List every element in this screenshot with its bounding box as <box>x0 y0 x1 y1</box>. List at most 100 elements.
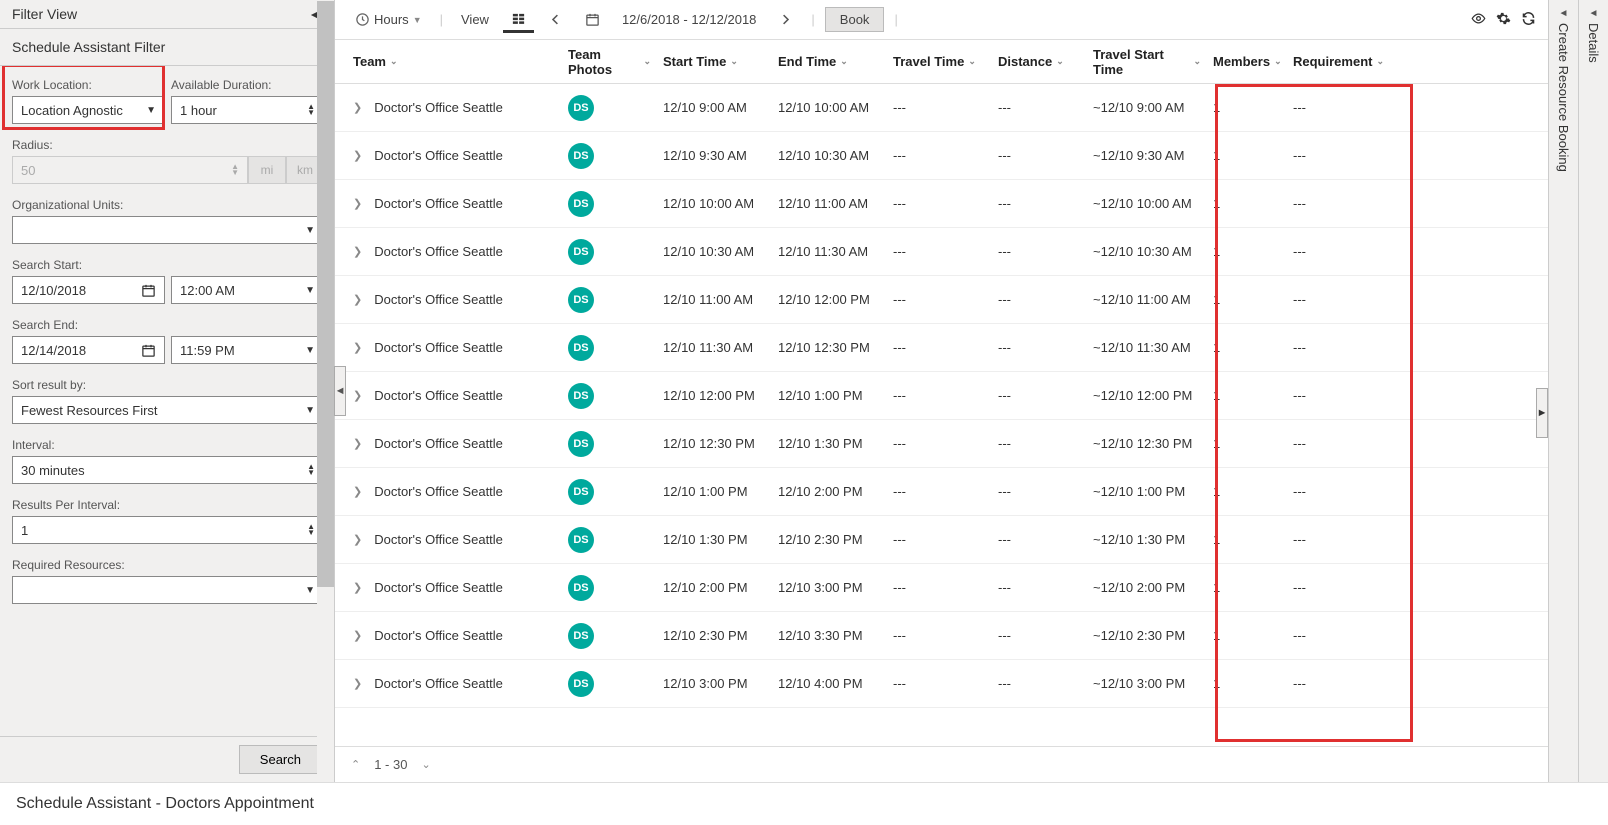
page-up-button[interactable]: ⌃ <box>351 758 360 771</box>
table-row[interactable]: ❯Doctor's Office Seattle DS 12/10 11:30 … <box>335 324 1548 372</box>
expand-row-icon[interactable]: ❯ <box>353 389 362 402</box>
org-units-select[interactable]: ▼ <box>12 216 324 244</box>
expand-row-icon[interactable]: ❯ <box>353 581 362 594</box>
search-start-date[interactable]: 12/10/2018 <box>12 276 165 304</box>
table-row[interactable]: ❯Doctor's Office Seattle DS 12/10 10:00 … <box>335 180 1548 228</box>
col-team-photos[interactable]: Team Photos⌄ <box>562 47 657 77</box>
table-row[interactable]: ❯Doctor's Office Seattle DS 12/10 3:00 P… <box>335 660 1548 708</box>
table-row[interactable]: ❯Doctor's Office Seattle DS 12/10 9:00 A… <box>335 84 1548 132</box>
cell-team: Doctor's Office Seattle <box>374 148 503 163</box>
available-duration-input[interactable]: 1 hour ▲▼ <box>171 96 324 124</box>
col-distance[interactable]: Distance⌄ <box>992 54 1087 69</box>
radius-label: Radius: <box>12 138 324 152</box>
expand-row-icon[interactable]: ❯ <box>353 293 362 306</box>
cell-members: 1 <box>1207 436 1287 451</box>
col-travel-start-time[interactable]: Travel Start Time⌄ <box>1087 47 1207 77</box>
create-booking-panel[interactable]: ◄ Create Resource Booking <box>1548 0 1578 782</box>
chevron-down-icon: ▼ <box>146 105 156 116</box>
spinner-icon[interactable]: ▲▼ <box>307 524 315 536</box>
expand-row-icon[interactable]: ❯ <box>353 437 362 450</box>
date-range[interactable]: 12/6/2018 - 12/12/2018 <box>614 6 764 33</box>
col-members[interactable]: Members⌄ <box>1207 54 1287 69</box>
collapse-right-handle[interactable]: ► <box>1536 388 1548 438</box>
table-row[interactable]: ❯Doctor's Office Seattle DS 12/10 1:30 P… <box>335 516 1548 564</box>
sort-select[interactable]: Fewest Resources First ▼ <box>12 396 324 424</box>
expand-row-icon[interactable]: ❯ <box>353 629 362 642</box>
eye-icon[interactable] <box>1471 11 1486 29</box>
expand-row-icon[interactable]: ❯ <box>353 533 362 546</box>
book-button[interactable]: Book <box>825 7 885 32</box>
sort-value: Fewest Resources First <box>21 403 158 418</box>
chevron-down-icon: ⌄ <box>730 56 738 67</box>
search-start-time[interactable]: 12:00 AM ▼ <box>171 276 324 304</box>
table-row[interactable]: ❯Doctor's Office Seattle DS 12/10 1:00 P… <box>335 468 1548 516</box>
details-panel[interactable]: ◄ Details <box>1578 0 1608 782</box>
cell-team: Doctor's Office Seattle <box>374 340 503 355</box>
cell-travel: --- <box>887 484 992 499</box>
chevron-down-icon: ⌄ <box>1376 56 1384 67</box>
col-requirement[interactable]: Requirement⌄ <box>1287 54 1382 69</box>
interval-label: Interval: <box>12 438 324 452</box>
search-end-date[interactable]: 12/14/2018 <box>12 336 165 364</box>
grid-header: Team⌄ Team Photos⌄ Start Time⌄ End Time⌄… <box>335 40 1548 84</box>
col-team[interactable]: Team⌄ <box>347 54 562 69</box>
search-button[interactable]: Search <box>239 745 322 774</box>
avatar: DS <box>568 191 594 217</box>
filter-scrollbar[interactable] <box>317 0 334 782</box>
expand-row-icon[interactable]: ❯ <box>353 245 362 258</box>
cell-team: Doctor's Office Seattle <box>374 196 503 211</box>
date-picker-button[interactable] <box>577 6 608 33</box>
required-resources-label: Required Resources: <box>12 558 324 572</box>
cell-start: 12/10 11:00 AM <box>657 292 772 307</box>
table-row[interactable]: ❯Doctor's Office Seattle DS 12/10 2:30 P… <box>335 612 1548 660</box>
table-row[interactable]: ❯Doctor's Office Seattle DS 12/10 9:30 A… <box>335 132 1548 180</box>
hours-dropdown[interactable]: Hours ▼ <box>347 6 430 33</box>
work-location-value: Location Agnostic <box>21 103 123 118</box>
spinner-icon[interactable]: ▲▼ <box>307 464 315 476</box>
expand-row-icon[interactable]: ❯ <box>353 101 362 114</box>
calendar-icon <box>141 283 156 298</box>
cell-members: 1 <box>1207 676 1287 691</box>
prev-button[interactable] <box>540 6 571 33</box>
table-row[interactable]: ❯Doctor's Office Seattle DS 12/10 12:30 … <box>335 420 1548 468</box>
expand-row-icon[interactable]: ❯ <box>353 149 362 162</box>
required-resources-select[interactable]: ▼ <box>12 576 324 604</box>
chevron-down-icon: ⌄ <box>643 56 651 67</box>
col-start-time[interactable]: Start Time⌄ <box>657 54 772 69</box>
chevron-down-icon: ▼ <box>305 225 315 236</box>
search-end-label: Search End: <box>12 318 324 332</box>
pager: ⌃ 1 - 30 ⌄ <box>335 746 1548 782</box>
refresh-icon[interactable] <box>1521 11 1536 29</box>
spinner-icon[interactable]: ▲▼ <box>307 104 315 116</box>
col-end-time[interactable]: End Time⌄ <box>772 54 887 69</box>
cell-team: Doctor's Office Seattle <box>374 484 503 499</box>
work-location-select[interactable]: Location Agnostic ▼ <box>12 96 165 124</box>
search-end-time[interactable]: 11:59 PM ▼ <box>171 336 324 364</box>
expand-row-icon[interactable]: ❯ <box>353 197 362 210</box>
expand-row-icon[interactable]: ❯ <box>353 677 362 690</box>
cell-end: 12/10 12:00 PM <box>772 292 887 307</box>
gear-icon[interactable] <box>1496 11 1511 29</box>
col-travel-time[interactable]: Travel Time⌄ <box>887 54 992 69</box>
grid-body[interactable]: ❯Doctor's Office Seattle DS 12/10 9:00 A… <box>335 84 1548 746</box>
cell-team: Doctor's Office Seattle <box>374 292 503 307</box>
table-row[interactable]: ❯Doctor's Office Seattle DS 12/10 12:00 … <box>335 372 1548 420</box>
collapse-filter-handle[interactable]: ◄ <box>334 366 346 416</box>
interval-input[interactable]: 30 minutes ▲▼ <box>12 456 324 484</box>
grid-view-button[interactable] <box>503 6 534 33</box>
page-down-button[interactable]: ⌄ <box>421 758 430 771</box>
cell-start: 12/10 12:30 PM <box>657 436 772 451</box>
cell-team: Doctor's Office Seattle <box>374 100 503 115</box>
cell-members: 1 <box>1207 340 1287 355</box>
results-per-input[interactable]: 1 ▲▼ <box>12 516 324 544</box>
avatar: DS <box>568 383 594 409</box>
table-row[interactable]: ❯Doctor's Office Seattle DS 12/10 2:00 P… <box>335 564 1548 612</box>
avatar: DS <box>568 527 594 553</box>
next-button[interactable] <box>770 6 801 33</box>
table-row[interactable]: ❯Doctor's Office Seattle DS 12/10 10:30 … <box>335 228 1548 276</box>
table-row[interactable]: ❯Doctor's Office Seattle DS 12/10 11:00 … <box>335 276 1548 324</box>
expand-row-icon[interactable]: ❯ <box>353 341 362 354</box>
cell-distance: --- <box>992 196 1087 211</box>
expand-row-icon[interactable]: ❯ <box>353 485 362 498</box>
cell-travel-start: ~12/10 2:30 PM <box>1087 628 1207 643</box>
